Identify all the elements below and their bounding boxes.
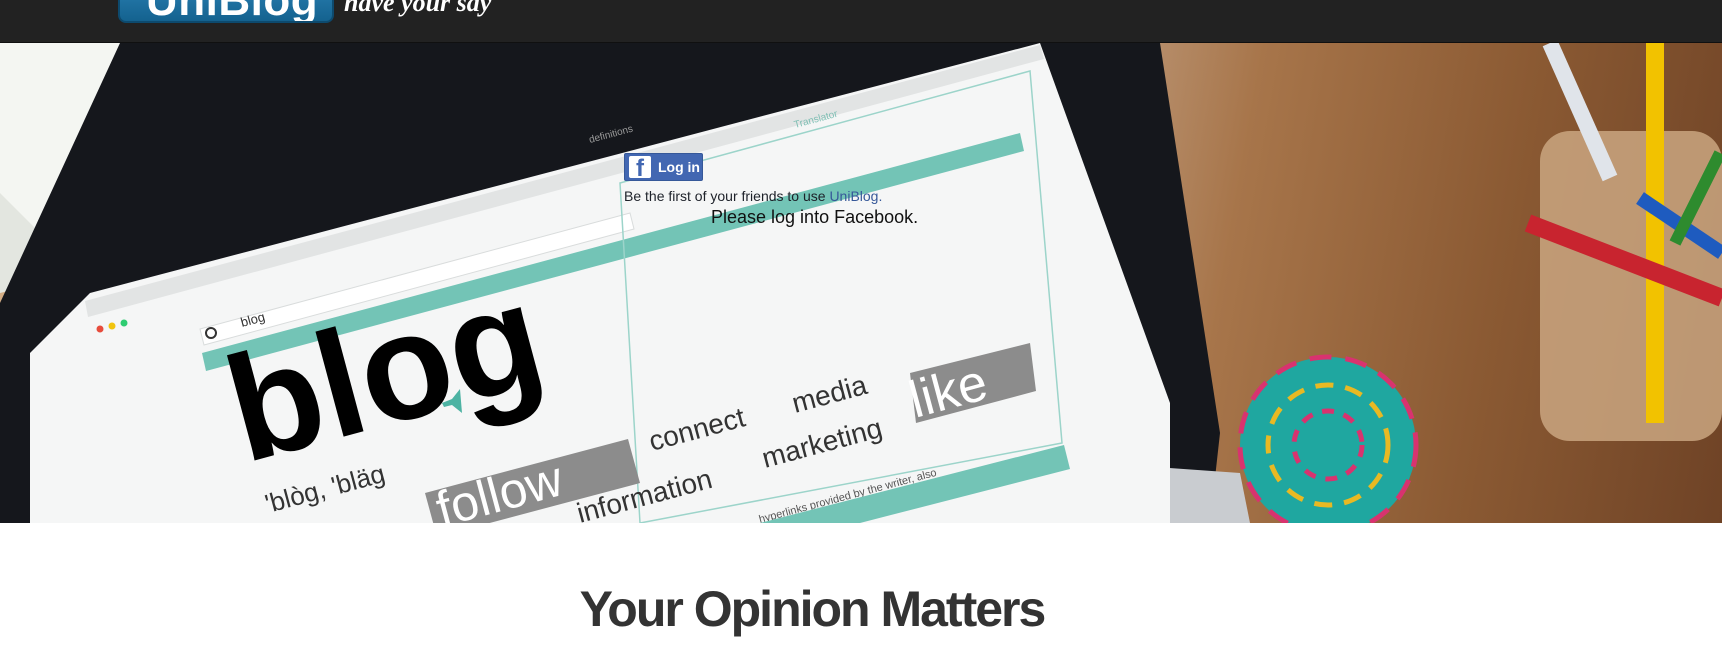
top-navbar: UniBlog have your say [0,0,1722,43]
friends-text: Be the first of your friends to use [624,188,826,204]
hero-banner: blog Dictionary Translator definitions b… [0,43,1722,523]
page-heading: Your Opinion Matters [579,581,1047,637]
window-close-dot [96,325,104,333]
logo-text: UniBlog [146,0,318,21]
hero-illustration: blog Dictionary Translator definitions b… [0,43,1722,523]
app-link[interactable]: UniBlog. [829,188,882,204]
facebook-friends-text: Be the first of your friends to use UniB… [624,188,882,204]
tagline: have your say [344,0,492,17]
facebook-icon: f [629,156,651,178]
please-login-text: Please log into Facebook. [711,207,919,227]
facebook-login-label: Log in [658,159,700,175]
window-min-dot [108,322,116,330]
window-max-dot [120,319,128,327]
uniblog-logo[interactable]: UniBlog [118,0,334,23]
facebook-login-button[interactable]: f Log in [624,153,703,181]
